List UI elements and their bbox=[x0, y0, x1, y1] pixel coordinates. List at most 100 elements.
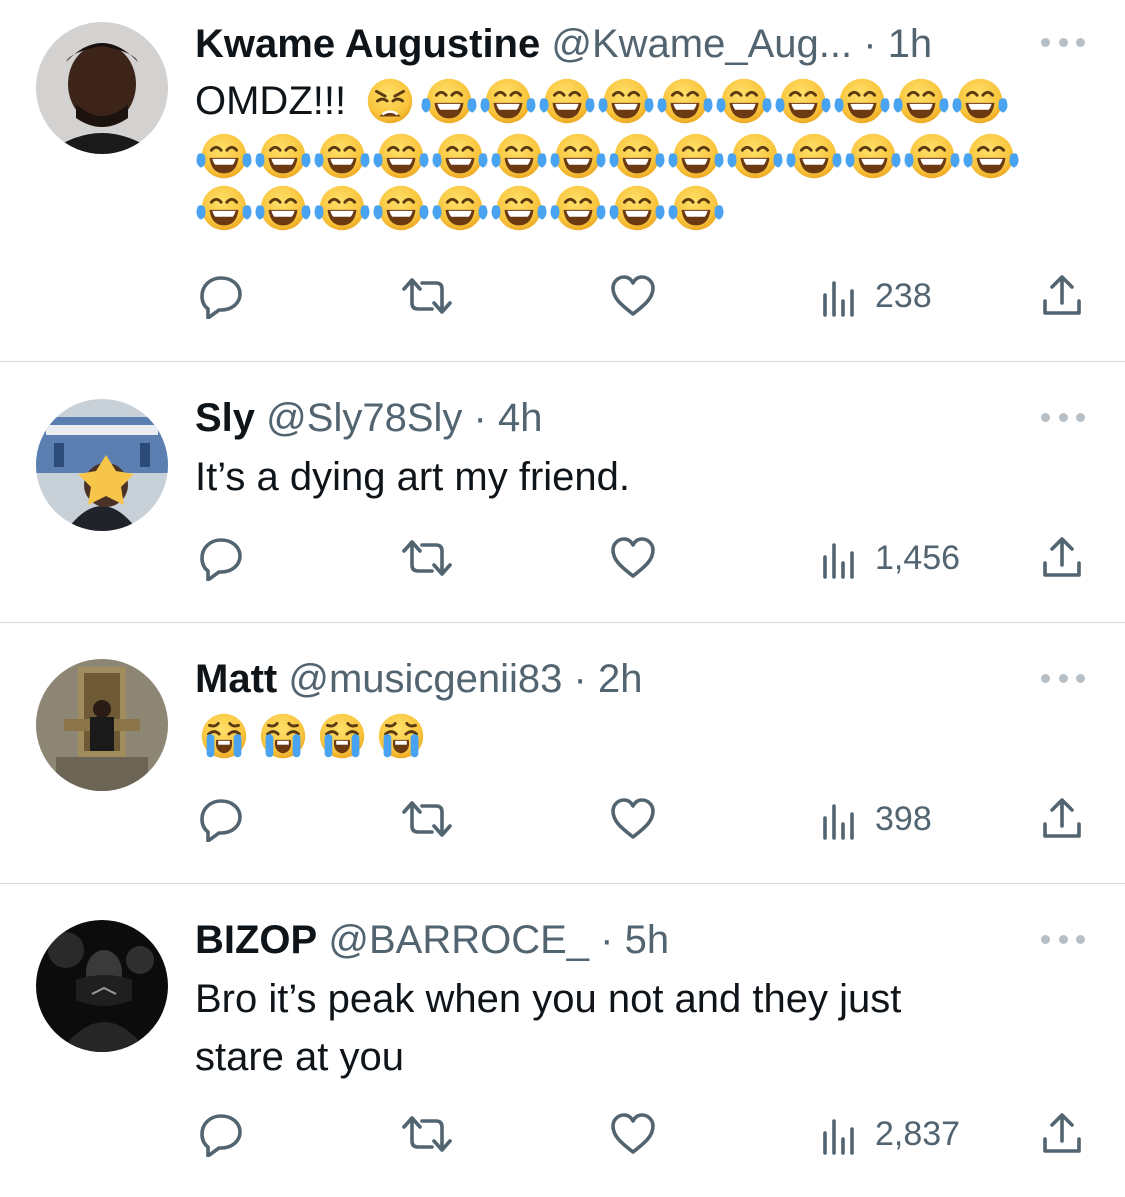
retweet-button[interactable] bbox=[400, 793, 454, 845]
face-with-tears-of-joy-emoji bbox=[844, 130, 902, 182]
view-count: 2,837 bbox=[875, 1115, 961, 1153]
face-with-tears-of-joy-emoji bbox=[313, 182, 371, 234]
retweet-button[interactable] bbox=[400, 1108, 454, 1160]
separator-dot: · bbox=[573, 657, 587, 701]
face-with-tears-of-joy-emoji bbox=[608, 130, 666, 182]
separator-dot: · bbox=[863, 22, 877, 66]
face-with-tears-of-joy-emoji bbox=[774, 75, 832, 127]
views-button[interactable]: 1,456 bbox=[819, 532, 960, 584]
retweet-button[interactable] bbox=[400, 532, 454, 584]
retweet-icon bbox=[402, 801, 452, 837]
like-button[interactable] bbox=[609, 270, 657, 322]
loudly-crying-face-emoji bbox=[372, 710, 430, 762]
display-name[interactable]: BIZOP bbox=[195, 918, 317, 962]
tweet-header: Sly @Sly78Sly · 4h bbox=[195, 393, 542, 443]
views-icon bbox=[823, 281, 854, 317]
like-icon bbox=[611, 537, 655, 578]
view-count: 1,456 bbox=[875, 539, 961, 577]
loudly-crying-face-emoji bbox=[254, 710, 312, 762]
tweet-header: BIZOP @BARROCE_ · 5h bbox=[195, 915, 669, 965]
user-handle[interactable]: @Kwame_Aug... bbox=[551, 22, 852, 66]
tweet[interactable]: Sly @Sly78Sly · 4h It’s a dying art my f… bbox=[0, 362, 1125, 622]
avatar[interactable] bbox=[36, 22, 168, 154]
reply-button[interactable] bbox=[198, 532, 244, 584]
avatar[interactable] bbox=[36, 659, 168, 791]
tweet-actions: 398 bbox=[195, 793, 1085, 845]
like-icon bbox=[611, 275, 655, 316]
separator-dot: · bbox=[600, 918, 614, 962]
like-button[interactable] bbox=[609, 532, 657, 584]
more-icon[interactable] bbox=[1041, 932, 1085, 946]
share-button[interactable] bbox=[1040, 270, 1084, 322]
display-name[interactable]: Sly bbox=[195, 396, 255, 440]
views-button[interactable]: 238 bbox=[819, 270, 932, 322]
tweet-header: Matt @musicgenii83 · 2h bbox=[195, 654, 642, 704]
loudly-crying-face-emoji bbox=[313, 710, 371, 762]
timestamp[interactable]: 5h bbox=[625, 918, 670, 962]
like-button[interactable] bbox=[609, 1108, 657, 1160]
share-icon bbox=[1043, 537, 1081, 577]
tweet-text bbox=[195, 710, 1055, 762]
face-with-tears-of-joy-emoji bbox=[431, 182, 489, 234]
face-with-tears-of-joy-emoji bbox=[951, 75, 1009, 127]
tweet-header: Kwame Augustine @Kwame_Aug... · 1h bbox=[195, 19, 932, 69]
like-button[interactable] bbox=[609, 793, 657, 845]
face-with-tears-of-joy-emoji bbox=[313, 130, 371, 182]
face-with-tears-of-joy-emoji bbox=[892, 75, 950, 127]
retweet-icon bbox=[402, 540, 452, 576]
face-with-tears-of-joy-emoji bbox=[490, 182, 548, 234]
views-button[interactable]: 2,837 bbox=[819, 1108, 960, 1160]
face-with-tears-of-joy-emoji bbox=[962, 130, 1020, 182]
like-icon bbox=[611, 798, 655, 839]
display-name[interactable]: Kwame Augustine bbox=[195, 22, 540, 66]
user-handle[interactable]: @BARROCE_ bbox=[328, 918, 589, 962]
avatar[interactable] bbox=[36, 920, 168, 1052]
timestamp[interactable]: 1h bbox=[888, 22, 933, 66]
retweet-icon bbox=[402, 278, 452, 314]
tweet[interactable]: Kwame Augustine @Kwame_Aug... · 1h OMDZ!… bbox=[0, 0, 1125, 361]
user-handle[interactable]: @Sly78Sly bbox=[266, 396, 462, 440]
views-button[interactable]: 398 bbox=[819, 793, 932, 845]
share-button[interactable] bbox=[1040, 532, 1084, 584]
timestamp[interactable]: 2h bbox=[598, 657, 643, 701]
face-with-tears-of-joy-emoji bbox=[785, 130, 843, 182]
weary-face-emoji bbox=[361, 75, 419, 127]
timestamp[interactable]: 4h bbox=[498, 396, 543, 440]
more-icon[interactable] bbox=[1041, 410, 1085, 424]
face-with-tears-of-joy-emoji bbox=[549, 182, 607, 234]
replies-feed: Kwame Augustine @Kwame_Aug... · 1h OMDZ!… bbox=[0, 0, 1125, 1197]
face-with-tears-of-joy-emoji bbox=[538, 75, 596, 127]
reply-button[interactable] bbox=[198, 270, 244, 322]
tweet[interactable]: Matt @musicgenii83 · 2h 398 bbox=[0, 623, 1125, 883]
reply-button[interactable] bbox=[198, 1108, 244, 1160]
display-name[interactable]: Matt bbox=[195, 657, 277, 701]
view-count: 238 bbox=[875, 277, 932, 315]
share-icon bbox=[1043, 1113, 1081, 1153]
avatar[interactable] bbox=[36, 399, 168, 531]
views-icon bbox=[823, 804, 854, 840]
face-with-tears-of-joy-emoji bbox=[597, 75, 655, 127]
share-button[interactable] bbox=[1040, 1108, 1084, 1160]
tweet-text: It’s a dying art my friend. bbox=[195, 448, 1055, 506]
retweet-button[interactable] bbox=[400, 270, 454, 322]
reply-icon bbox=[200, 276, 242, 319]
more-icon[interactable] bbox=[1041, 35, 1085, 49]
face-with-tears-of-joy-emoji bbox=[715, 75, 773, 127]
face-with-tears-of-joy-emoji bbox=[254, 182, 312, 234]
separator-dot: · bbox=[473, 396, 487, 440]
face-with-tears-of-joy-emoji bbox=[195, 130, 253, 182]
share-icon bbox=[1043, 275, 1081, 315]
tweet-text: OMDZ!!! bbox=[195, 72, 1055, 234]
face-with-tears-of-joy-emoji bbox=[549, 130, 607, 182]
face-with-tears-of-joy-emoji bbox=[431, 130, 489, 182]
share-button[interactable] bbox=[1040, 793, 1084, 845]
more-icon[interactable] bbox=[1041, 671, 1085, 685]
user-handle[interactable]: @musicgenii83 bbox=[288, 657, 562, 701]
tweet-text-line: It’s a dying art my friend. bbox=[195, 455, 630, 499]
reply-button[interactable] bbox=[198, 793, 244, 845]
face-with-tears-of-joy-emoji bbox=[372, 130, 430, 182]
tweet-text-line: stare at you bbox=[195, 1035, 405, 1079]
tweet-actions: 1,456 bbox=[195, 532, 1085, 584]
tweet[interactable]: BIZOP @BARROCE_ · 5h Bro it’s peak when … bbox=[0, 884, 1125, 1197]
face-with-tears-of-joy-emoji bbox=[667, 182, 725, 234]
